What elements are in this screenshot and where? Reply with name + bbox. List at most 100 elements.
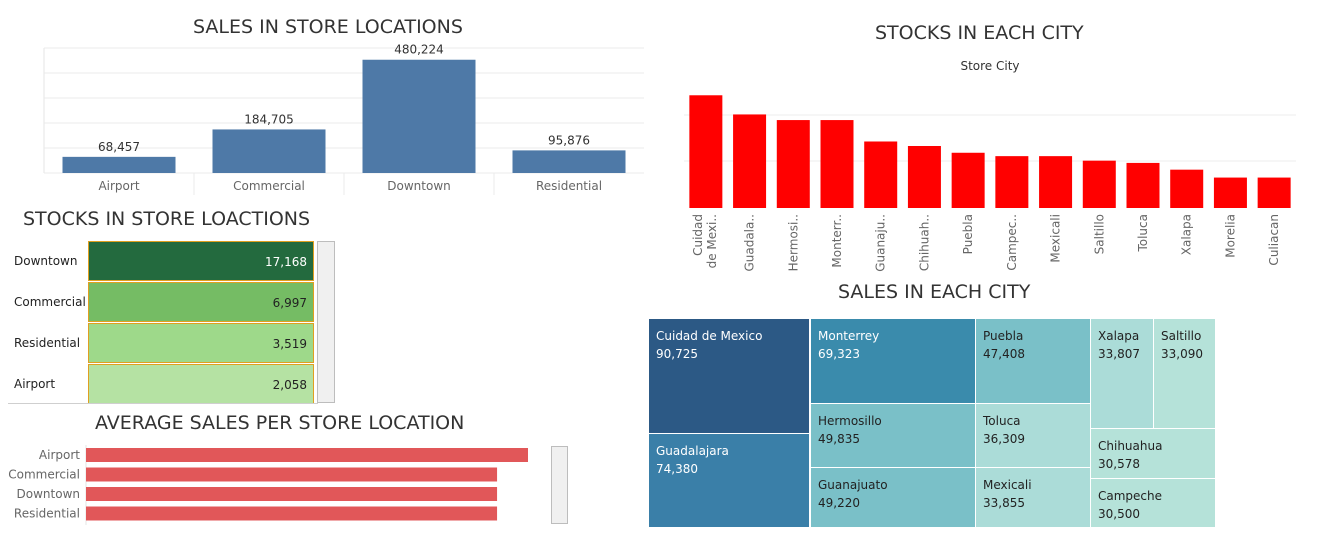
city-sales: 90,725 [656,347,698,361]
bar [1126,162,1160,208]
x-tick-label: Saltillo [1092,214,1106,254]
city-sales: 69,323 [818,347,860,361]
city-name: Hermosillo [818,414,882,428]
row-label: Commercial [14,295,86,309]
bar [86,467,498,482]
bar [1170,169,1204,208]
row-label: Downtown [14,254,78,268]
bar [512,150,626,173]
x-tick-label: Hermosi.. [786,214,800,271]
bar [951,152,985,208]
bar [1039,156,1073,208]
bar [62,156,176,173]
x-tick-label: Xalapa [1180,214,1194,255]
row-value-cell: 6,997 [88,282,314,322]
x-tick-label: Cuidadde Mexi.. [691,214,719,268]
x-tick-label: Toluca [1136,214,1150,253]
bar [820,120,854,208]
x-tick-label: Airport [98,179,139,193]
sales-store-locations-chart: 68,457 Airport 184,705 Commercial 480,224 Dow… [43,43,644,195]
bar [362,59,476,173]
bar [1257,177,1291,208]
treemap-cell[interactable]: Monterrey 69,323 [810,318,976,404]
data-label: 68,457 [98,140,140,154]
table-bottom-rule [8,403,318,404]
bar [907,146,941,208]
data-label: 184,705 [244,112,294,126]
city-name: Cuidad de Mexico [656,329,763,343]
city-sales: 47,408 [983,347,1025,361]
treemap-cell[interactable]: Puebla 47,408 [975,318,1091,404]
treemap-cell[interactable]: Campeche 30,500 [1090,478,1216,528]
city-name: Saltillo [1161,329,1202,343]
treemap-cell[interactable]: Hermosillo 49,835 [810,403,976,468]
bar [689,95,723,208]
stocks-each-city-chart: Store City Cuidadde Mexi.. Guadala.. Hermos… [684,59,1296,272]
treemap-cell[interactable]: Xalapa 33,807 [1090,318,1154,429]
treemap-cell[interactable]: Cuidad de Mexico 90,725 [648,318,810,434]
row-value-cell: 3,519 [88,323,314,363]
city-name: Xalapa [1098,329,1140,343]
x-tick-label-line: de Mexi.. [705,214,719,268]
city-sales: 33,855 [983,496,1025,510]
data-label: 480,224 [394,43,444,57]
chart-subtitle: Store City [960,59,1019,73]
treemap-cell[interactable]: Chihuahua 30,578 [1090,428,1216,479]
bar [1082,160,1116,208]
city-sales: 36,309 [983,432,1025,446]
bar [864,141,898,208]
x-tick-label: Mexicali [1049,214,1063,263]
sales-each-city-treemap: Cuidad de Mexico 90,725 Guadalajara 74,380… [648,318,1216,528]
data-label: 95,876 [548,133,590,147]
city-sales: 33,090 [1161,347,1203,361]
bar [86,448,528,462]
treemap-cell[interactable]: Saltillo 33,090 [1153,318,1216,429]
city-sales: 49,835 [818,432,860,446]
city-sales: 49,220 [818,496,860,510]
bar [86,506,498,521]
city-name: Guadalajara [656,444,729,458]
row-value-cell: 2,058 [88,364,314,404]
x-tick-label-line: Cuidad [691,214,705,256]
bar [1213,177,1247,208]
avg-sales-scrollbar[interactable] [551,446,568,524]
x-tick-label: Culiacan [1267,214,1281,266]
city-name: Guanajuato [818,478,888,492]
y-tick-label: Residential [14,507,80,521]
city-sales: 30,500 [1098,507,1140,521]
x-tick-label: Residential [536,179,602,193]
row-value-cell: 17,168 [88,241,314,281]
bar [995,156,1029,208]
x-tick-label: Commercial [233,179,305,193]
bar [776,120,810,208]
x-tick-label: Downtown [387,179,450,193]
stocks-store-locations-title: STOCKS IN STORE LOACTIONS [23,208,311,230]
treemap-cell[interactable]: Mexicali 33,855 [975,467,1091,528]
avg-sales-store-location-title: AVERAGE SALES PER STORE LOCATION [95,412,465,434]
treemap-cell[interactable]: Guadalajara 74,380 [648,433,810,528]
sales-each-city-title: SALES IN EACH CITY [838,281,1031,303]
avg-sales-store-location-chart: Airport Commercial Downtown Residential [8,445,528,525]
x-tick-label: Chihuah.. [917,214,931,271]
treemap-cell[interactable]: Guanajuato 49,220 [810,467,976,528]
y-tick-label: Downtown [17,487,80,501]
city-name: Puebla [983,329,1024,343]
city-name: Toluca [983,414,1021,428]
city-sales: 30,578 [1098,457,1140,471]
row-label: Residential [14,336,81,350]
city-name: Chihuahua [1098,439,1163,453]
treemap-cell[interactable]: Toluca 36,309 [975,403,1091,468]
x-tick-label: Morelia [1223,214,1237,258]
city-sales: 74,380 [656,462,698,476]
city-name: Campeche [1098,489,1163,503]
city-sales: 33,807 [1098,347,1140,361]
x-tick-label: Campec.. [1005,214,1019,271]
bar [733,114,767,208]
x-tick-label: Guanaju.. [874,214,888,272]
y-tick-label: Commercial [8,468,80,482]
city-name: Monterrey [818,329,880,343]
x-tick-label: Puebla [961,214,975,254]
bar [212,129,326,173]
table-scrollbar[interactable] [317,241,335,403]
y-tick-label: Airport [39,448,80,462]
